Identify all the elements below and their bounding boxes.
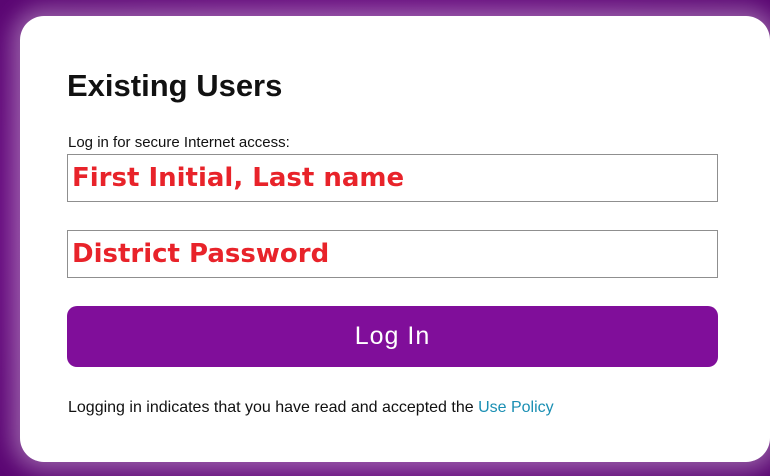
username-field[interactable]: First Initial, Last name [67, 154, 718, 202]
password-annotation: District Password [72, 239, 330, 269]
login-button[interactable]: Log In [67, 306, 718, 367]
username-annotation: First Initial, Last name [72, 163, 405, 193]
policy-text: Logging in indicates that you have read … [68, 399, 479, 416]
login-instructions: Log in for secure Internet access: [68, 134, 290, 151]
login-card: Existing Users Log in for secure Interne… [20, 16, 770, 462]
use-policy-link[interactable]: Use Policy [478, 399, 554, 416]
page-title: Existing Users [67, 68, 283, 103]
policy-notice: Logging in indicates that you have read … [68, 398, 554, 418]
password-field[interactable]: District Password [67, 230, 718, 278]
